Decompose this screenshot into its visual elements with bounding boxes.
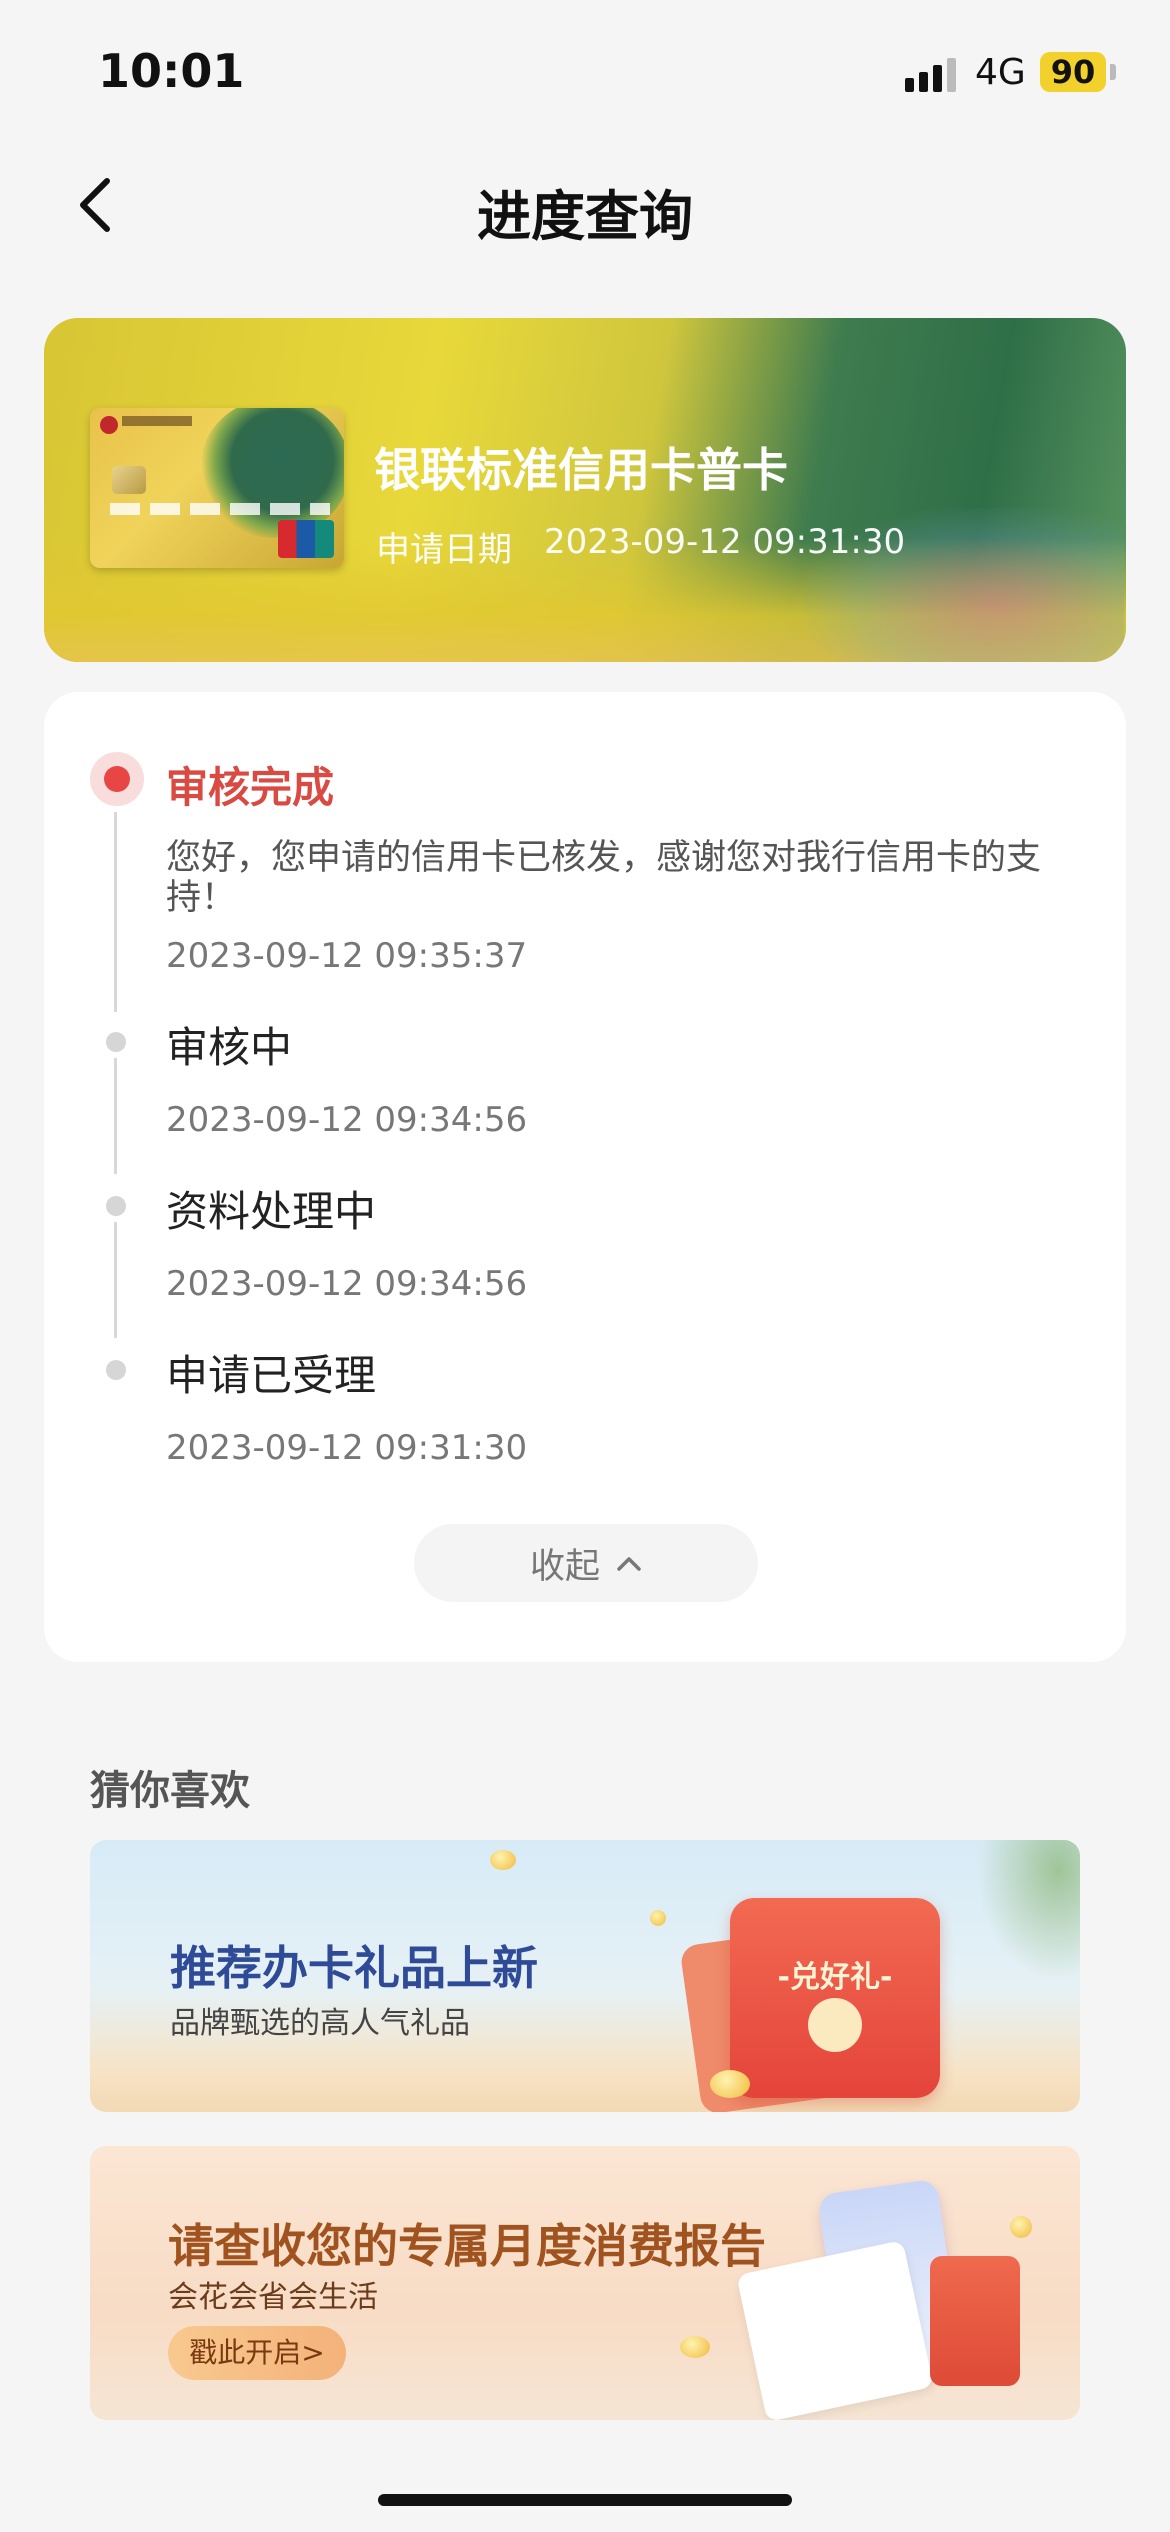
timeline-line [114, 1222, 117, 1338]
credit-card-image [90, 408, 344, 568]
coin-icon [680, 2336, 710, 2358]
banner-subtitle: 品牌甄选的高人气礼品 [170, 2006, 470, 2041]
progress-card: 审核完成 您好，您申请的信用卡已核发，感谢您对我行信用卡的支持！ 2023-09… [44, 692, 1126, 1662]
bank-logo-icon [100, 416, 118, 434]
chevron-up-icon [617, 1557, 641, 1571]
battery-icon: 90 [1040, 52, 1106, 92]
step-time: 2023-09-12 09:34:56 [166, 1100, 528, 1140]
home-indicator[interactable] [378, 2494, 792, 2506]
red-packet-icon [930, 2256, 1020, 2386]
coin-icon [490, 1850, 516, 1870]
battery-tip [1110, 64, 1116, 80]
step-description: 您好，您申请的信用卡已核发，感谢您对我行信用卡的支持！ [166, 838, 1042, 918]
page-title: 进度查询 [477, 185, 693, 248]
spending-report-banner[interactable]: 请查收您的专属月度消费报告 会花会省会生活 戳此开启> [90, 2146, 1080, 2420]
banner-heading: 推荐办卡礼品上新 [170, 1941, 538, 1995]
recommend-title: 猜你喜欢 [90, 1768, 250, 1814]
card-name: 银联标准信用卡普卡 [374, 443, 788, 497]
leaf-decoration [970, 1840, 1080, 1990]
card-date-value: 2023-09-12 09:31:30 [544, 522, 906, 562]
collapse-label: 收起 [529, 1546, 600, 1587]
banner-heading: 请查收您的专属月度消费报告 [168, 2219, 766, 2273]
coin-icon [710, 2070, 750, 2098]
card-date-label: 申请日期 [376, 530, 512, 570]
collapse-button[interactable]: 收起 [414, 1524, 758, 1602]
step-status-dot [106, 1032, 126, 1052]
status-time: 10:01 [98, 44, 245, 98]
step-status-dot [106, 1196, 126, 1216]
step-title: 资料处理中 [166, 1187, 377, 1236]
step-time: 2023-09-12 09:31:30 [166, 1428, 528, 1468]
coin-icon [1010, 2216, 1032, 2238]
coin-icon [650, 1910, 666, 1926]
red-packet-icon: -兑好礼- [730, 1898, 940, 2098]
unionpay-logo-icon [278, 520, 334, 558]
gift-promo-banner[interactable]: 推荐办卡礼品上新 品牌甄选的高人气礼品 -兑好礼- [90, 1840, 1080, 2112]
step-title: 审核完成 [166, 763, 335, 812]
step-time: 2023-09-12 09:35:37 [166, 936, 528, 976]
timeline-line [114, 812, 117, 1012]
step-title: 审核中 [166, 1023, 293, 1072]
card-banner: 银联标准信用卡普卡 申请日期 2023-09-12 09:31:30 [44, 318, 1126, 662]
open-report-button[interactable]: 戳此开启> [168, 2326, 346, 2380]
network-type: 4G [975, 52, 1026, 93]
status-bar: 10:01 4G 90 [0, 0, 1170, 140]
step-status-dot [106, 1360, 126, 1380]
step-time: 2023-09-12 09:34:56 [166, 1264, 528, 1304]
card-chip-icon [112, 466, 146, 494]
red-packet-label: -兑好礼- [777, 1960, 893, 1995]
timeline-line [114, 1058, 117, 1174]
step-title: 申请已受理 [166, 1351, 377, 1400]
banner-subtitle: 会花会省会生活 [168, 2280, 378, 2315]
signal-icon [905, 56, 961, 92]
